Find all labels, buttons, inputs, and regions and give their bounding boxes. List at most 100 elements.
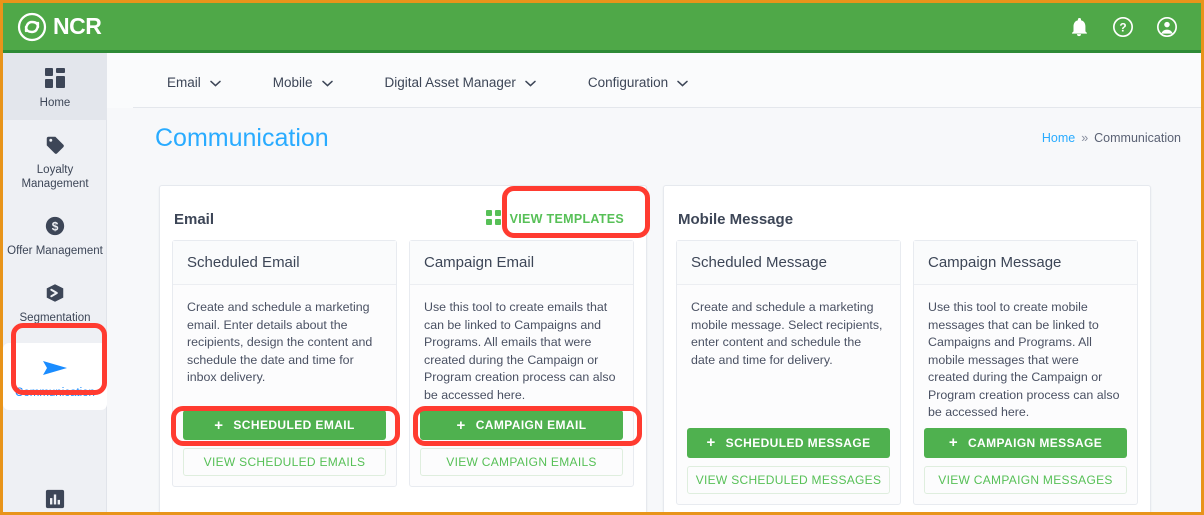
card-body: Use this tool to create mobile messages … [914, 285, 1137, 428]
send-icon [7, 355, 103, 381]
chevron-down-icon [210, 75, 221, 90]
view-campaign-emails-label: VIEW CAMPAIGN EMAILS [446, 455, 597, 469]
view-campaign-emails-button[interactable]: VIEW CAMPAIGN EMAILS [420, 448, 623, 476]
card-title: Scheduled Message [691, 254, 827, 271]
nav-divider [133, 107, 1201, 108]
card-campaign-email: Campaign Email Use this tool to create e… [409, 240, 634, 487]
card-scheduled-message: Scheduled Message Create and schedule a … [676, 240, 901, 505]
plus-icon: + [456, 416, 466, 434]
notifications-icon[interactable] [1067, 15, 1091, 39]
card-actions: + SCHEDULED MESSAGE VIEW SCHEDULED MESSA… [677, 427, 900, 504]
card-body: Create and schedule a marketing mobile m… [677, 285, 900, 403]
panel-group: Email VIEW TEMPLATES Scheduled Email Cre… [159, 185, 1151, 512]
panel-title: Email [174, 210, 215, 228]
account-icon[interactable] [1155, 15, 1179, 39]
chevron-down-icon [525, 75, 536, 90]
sidebar-item-label: Loyalty Management [21, 164, 89, 190]
arrow-cube-icon [7, 280, 103, 306]
view-campaign-messages-label: VIEW CAMPAIGN MESSAGES [938, 472, 1113, 487]
sidebar-item-reporting[interactable]: Reporting [3, 474, 107, 512]
campaign-email-button-label: CAMPAIGN EMAIL [475, 418, 587, 432]
card-description: Create and schedule a marketing mobile m… [691, 300, 883, 367]
nav-item-label: Configuration [587, 75, 669, 90]
plus-icon: + [948, 434, 958, 451]
panel-mobile-header: Mobile Message [676, 198, 1138, 240]
application-window: NCR ? Home Loyalty Management $ Offer Ma… [0, 0, 1204, 515]
plus-icon: + [214, 416, 224, 434]
panel-mobile-cards: Scheduled Message Create and schedule a … [676, 240, 1138, 505]
card-header: Scheduled Message [677, 241, 900, 285]
sidebar-item-offer-management[interactable]: $ Offer Management [3, 201, 107, 268]
chevron-down-icon [321, 75, 333, 90]
view-scheduled-messages-button[interactable]: VIEW SCHEDULED MESSAGES [687, 465, 890, 494]
nav-item-email[interactable]: Email [167, 75, 221, 90]
help-icon[interactable]: ? [1111, 15, 1135, 39]
panel-title: Mobile Message [678, 210, 794, 228]
sidebar-item-segmentation[interactable]: Segmentation [3, 268, 107, 335]
card-title: Scheduled Email [187, 254, 300, 271]
plus-icon: + [706, 434, 716, 451]
card-title: Campaign Message [928, 254, 1062, 271]
nav-item-label: Digital Asset Manager [384, 75, 516, 90]
header-icon-group: ? [1067, 15, 1179, 39]
view-scheduled-messages-label: VIEW SCHEDULED MESSAGES [695, 472, 882, 487]
card-title: Campaign Email [424, 254, 535, 271]
svg-text:$: $ [52, 220, 59, 234]
view-scheduled-emails-label: VIEW SCHEDULED EMAILS [203, 455, 366, 469]
tag-icon [7, 132, 103, 158]
nav-item-configuration[interactable]: Configuration [588, 75, 688, 90]
card-description: Use this tool to create emails that can … [424, 300, 616, 402]
card-description: Create and schedule a marketing email. E… [187, 300, 373, 384]
scheduled-message-button[interactable]: + SCHEDULED MESSAGE [687, 427, 890, 458]
ncr-logo-mark [17, 12, 47, 42]
dollar-icon: $ [7, 213, 103, 239]
view-templates-label: VIEW TEMPLATES [509, 212, 624, 226]
campaign-message-button[interactable]: + CAMPAIGN MESSAGE [924, 427, 1127, 458]
campaign-email-button[interactable]: + CAMPAIGN EMAIL [420, 410, 623, 440]
view-templates-button[interactable]: VIEW TEMPLATES [478, 204, 632, 234]
breadcrumb: Home » Communication [1042, 131, 1181, 145]
page-title: Communication [155, 123, 329, 152]
card-actions: + SCHEDULED EMAIL VIEW SCHEDULED EMAILS [173, 410, 396, 486]
sidebar-item-label: Home [39, 97, 71, 109]
scheduled-email-button-label: SCHEDULED EMAIL [233, 418, 355, 432]
ncr-logo[interactable]: NCR [17, 12, 102, 42]
card-description: Use this tool to create mobile messages … [928, 300, 1120, 419]
panel-email-cards: Scheduled Email Create and schedule a ma… [172, 240, 634, 487]
sidebar-item-label: Offer Management [7, 245, 103, 257]
card-body: Create and schedule a marketing email. E… [173, 285, 396, 403]
breadcrumb-current: Communication [1094, 131, 1181, 145]
panel-email: Email VIEW TEMPLATES Scheduled Email Cre… [159, 185, 647, 512]
panel-email-header: Email VIEW TEMPLATES [172, 198, 634, 240]
grid-icon [7, 65, 103, 91]
app-header: NCR ? [3, 3, 1201, 53]
page-header: Communication Home » Communication [107, 109, 1201, 167]
chevron-down-icon [677, 75, 688, 90]
campaign-message-button-label: CAMPAIGN MESSAGE [967, 435, 1103, 450]
card-header: Campaign Email [410, 241, 633, 285]
card-scheduled-email: Scheduled Email Create and schedule a ma… [172, 240, 397, 487]
view-campaign-messages-button[interactable]: VIEW CAMPAIGN MESSAGES [924, 465, 1127, 494]
sidebar-item-communication[interactable]: Communication [3, 343, 107, 410]
breadcrumb-home-link[interactable]: Home [1042, 131, 1075, 145]
card-header: Scheduled Email [173, 241, 396, 285]
nav-item-mobile[interactable]: Mobile [273, 75, 333, 90]
ncr-logo-text: NCR [53, 13, 102, 39]
card-header: Campaign Message [914, 241, 1137, 285]
svg-text:?: ? [1119, 20, 1126, 34]
breadcrumb-separator: » [1081, 131, 1089, 145]
sidebar-item-loyalty-management[interactable]: Loyalty Management [3, 120, 107, 201]
nav-item-label: Email [167, 75, 201, 90]
sidebar-item-home[interactable]: Home [3, 53, 107, 120]
nav-item-label: Mobile [272, 75, 313, 90]
card-actions: + CAMPAIGN EMAIL VIEW CAMPAIGN EMAILS [410, 410, 633, 486]
nav-item-digital-asset-manager[interactable]: Digital Asset Manager [385, 75, 536, 90]
view-scheduled-emails-button[interactable]: VIEW SCHEDULED EMAILS [183, 448, 386, 476]
card-actions: + CAMPAIGN MESSAGE VIEW CAMPAIGN MESSAGE… [914, 427, 1137, 504]
sidebar: Home Loyalty Management $ Offer Manageme… [3, 53, 107, 512]
sidebar-item-label: Communication [15, 387, 95, 399]
bar-chart-icon [7, 486, 103, 512]
scheduled-email-button[interactable]: + SCHEDULED EMAIL [183, 410, 386, 440]
top-navigation: Email Mobile Digital Asset Manager Confi… [107, 53, 1201, 108]
card-campaign-message: Campaign Message Use this tool to create… [913, 240, 1138, 505]
